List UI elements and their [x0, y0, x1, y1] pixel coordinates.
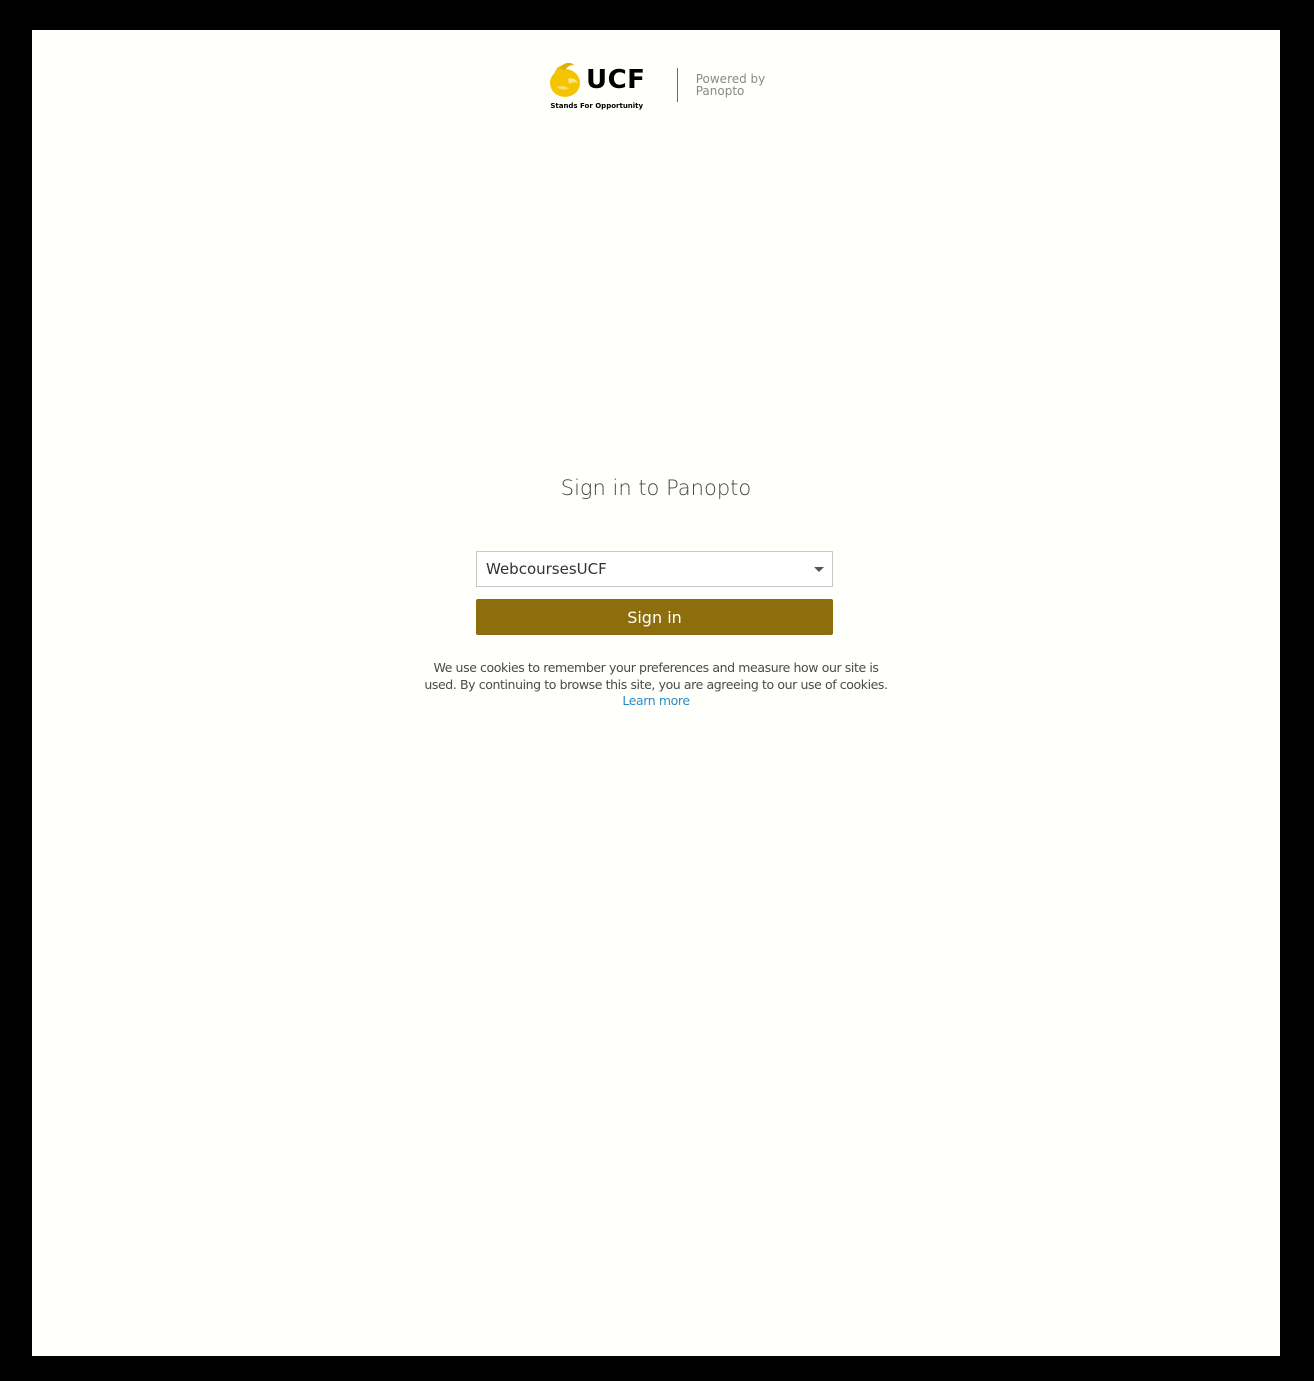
identity-provider-value: WebcoursesUCF	[486, 560, 607, 578]
cookie-notice-line-2: used. By continuing to browse this site,…	[424, 676, 888, 692]
panopto-text: Panopto	[695, 84, 745, 98]
ucf-logo: UCF Stands For Opportunity	[547, 60, 647, 110]
identity-provider-select[interactable]: WebcoursesUCF	[476, 551, 833, 587]
header-divider	[676, 68, 678, 102]
powered-by-panopto: Powered by Panopto	[696, 73, 766, 97]
ucf-logo-mark: UCF	[548, 60, 645, 100]
sign-in-button[interactable]: Sign in	[476, 599, 833, 635]
login-page: UCF Stands For Opportunity Powered by Pa…	[32, 30, 1280, 1356]
ucf-tagline: Stands For Opportunity	[550, 102, 644, 110]
page-title: Sign in to Panopto	[560, 476, 752, 500]
chevron-down-icon	[814, 566, 824, 572]
screen-frame: UCF Stands For Opportunity Powered by Pa…	[0, 0, 1314, 1381]
learn-more-link[interactable]: Learn more	[622, 693, 690, 708]
cookie-notice-line-1: We use cookies to remember your preferen…	[433, 660, 879, 675]
pegasus-icon	[549, 62, 580, 97]
cookie-notice: We use cookies to remember your preferen…	[392, 660, 920, 710]
site-header: UCF Stands For Opportunity Powered by Pa…	[32, 60, 1280, 110]
ucf-wordmark: UCF	[585, 65, 646, 95]
